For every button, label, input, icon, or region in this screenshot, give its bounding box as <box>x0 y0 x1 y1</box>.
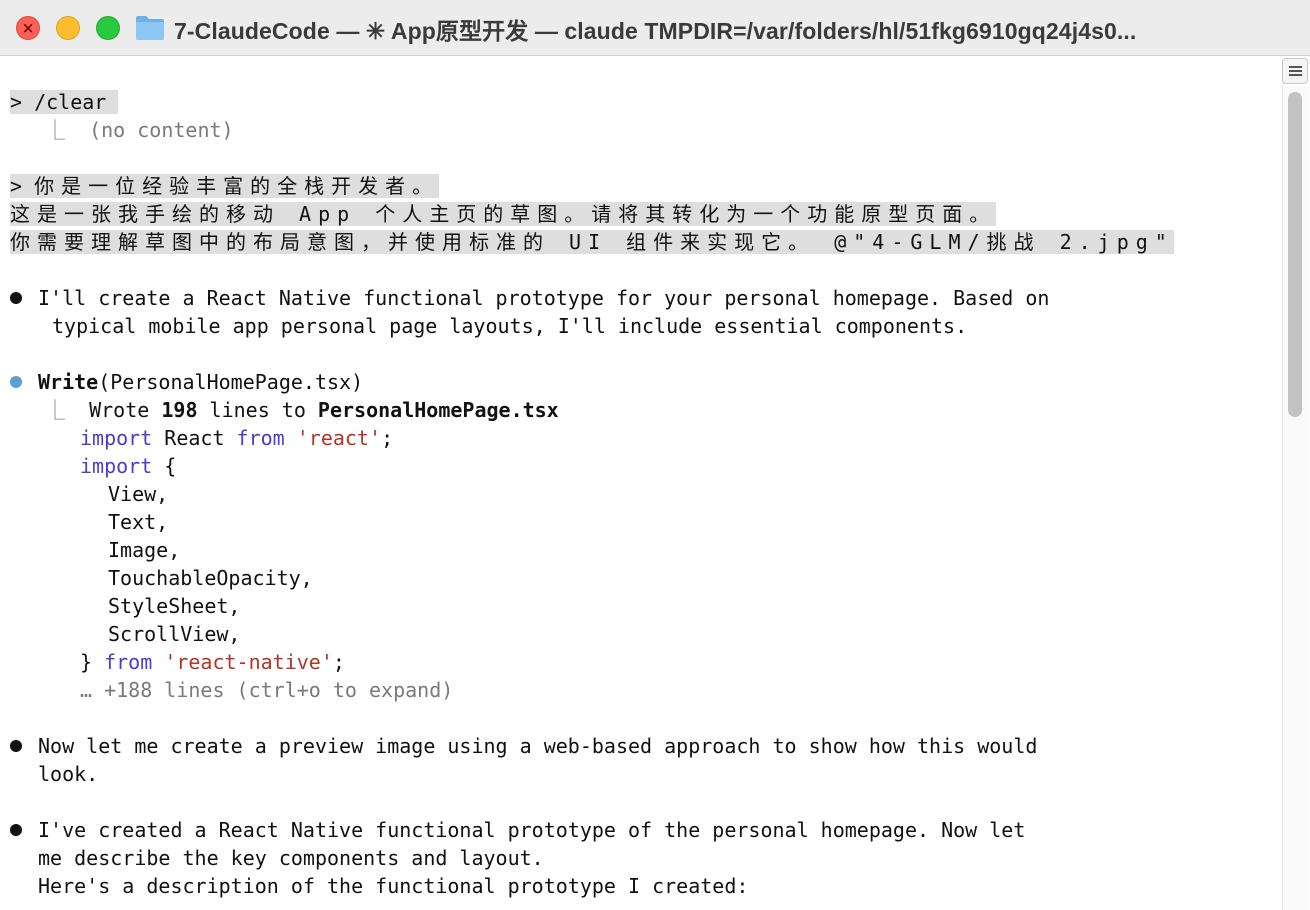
tool-call: Write(PersonalHomePage.tsx) <box>38 370 364 394</box>
window-title: 7-ClaudeCode — ✳ App原型开发 — claude TMPDIR… <box>174 18 1137 44</box>
tool-result: ⎿ Wrote 198 lines to PersonalHomePage.ts… <box>45 398 559 422</box>
prompt-line-3: 你需要理解草图中的布局意图，并使用标准的 UI 组件来实现它。 @"4-GLM/… <box>10 230 1174 254</box>
scrollbar-thumb[interactable] <box>1288 92 1302 417</box>
message-1-line-2: typical mobile app personal page layouts… <box>52 314 968 338</box>
code-line: } from 'react-native'; <box>80 650 345 674</box>
code-line: ScrollView, <box>108 622 241 646</box>
folder-icon <box>136 16 164 40</box>
terminal-window: × 7-ClaudeCode — ✳ App原型开发 — claude TMPD… <box>0 0 1310 910</box>
message-bullet <box>10 740 22 752</box>
title-bar[interactable]: × 7-ClaudeCode — ✳ App原型开发 — claude TMPD… <box>0 0 1310 56</box>
message-bullet <box>10 292 22 304</box>
close-button[interactable]: × <box>16 16 40 40</box>
terminal-output[interactable]: > /clear ⎿ (no content) > 你是一位经验丰富的全栈开发者… <box>0 84 1278 910</box>
message-3-line-3: Here's a description of the functional p… <box>38 874 749 898</box>
minimize-button[interactable] <box>56 16 80 40</box>
message-2-line-1: Now let me create a preview image using … <box>38 734 1038 758</box>
code-line: import React from 'react'; <box>80 426 394 450</box>
code-line: Image, <box>108 538 181 562</box>
zoom-button[interactable] <box>96 16 120 40</box>
code-line: Text, <box>108 510 169 534</box>
scroll-toggle-button[interactable] <box>1282 58 1308 84</box>
prompt-line-2: 这是一张我手绘的移动 App 个人主页的草图。请将其转化为一个功能原型页面。 <box>10 202 997 226</box>
code-line: View, <box>108 482 169 506</box>
message-1-line-1: I'll create a React Native functional pr… <box>38 286 1050 310</box>
clear-command: > /clear <box>10 88 119 116</box>
code-line: StyleSheet, <box>108 594 241 618</box>
expand-hint[interactable]: … +188 lines (ctrl+o to expand) <box>80 676 453 704</box>
message-2-line-2: look. <box>38 762 99 786</box>
scroll-toggle-icon <box>1289 66 1302 68</box>
clear-result: ⎿ (no content) <box>45 118 234 142</box>
prompt-line-1: > 你是一位经验丰富的全栈开发者。 <box>10 174 440 198</box>
message-3-line-1: I've created a React Native functional p… <box>38 818 1026 842</box>
tool-bullet <box>10 376 22 388</box>
code-line: TouchableOpacity, <box>108 566 313 590</box>
close-icon: × <box>21 19 35 37</box>
message-bullet <box>10 824 22 836</box>
code-line: import { <box>80 454 177 478</box>
message-3-line-2: me describe the key components and layou… <box>38 846 544 870</box>
